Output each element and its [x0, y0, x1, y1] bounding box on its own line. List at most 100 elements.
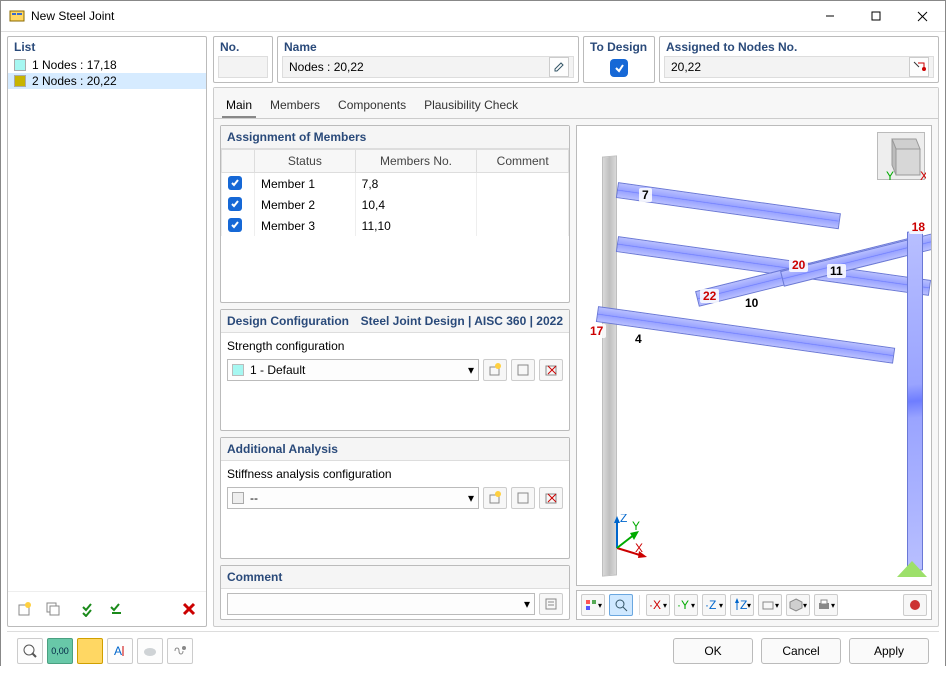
list-item-label: 1 Nodes : 17,18 — [32, 58, 117, 72]
check-all-button[interactable] — [76, 596, 102, 622]
axis-z-button[interactable]: ·Z▾ — [702, 594, 726, 616]
list-item-1[interactable]: 1 Nodes : 17,18 — [8, 57, 206, 73]
node-label: 20 — [789, 258, 808, 272]
minimize-button[interactable] — [807, 1, 853, 31]
stiffness-label: Stiffness analysis configuration — [221, 461, 569, 483]
render-menu-button[interactable]: ▾ — [786, 594, 810, 616]
copy-item-button[interactable] — [40, 596, 66, 622]
svg-text:Z: Z — [620, 514, 627, 525]
ok-button[interactable]: OK — [673, 638, 753, 664]
flip-z-button[interactable]: Z▾ — [730, 594, 754, 616]
table-row[interactable]: Member 1 7,8 — [222, 173, 569, 195]
pick-nodes-button[interactable] — [909, 57, 929, 77]
font-button[interactable]: A — [107, 638, 133, 664]
assign-header: Assignment of Members — [227, 130, 366, 144]
beam-label: 10 — [742, 296, 761, 310]
comment-header: Comment — [227, 570, 282, 584]
to-design-label: To Design — [584, 37, 654, 56]
tab-main[interactable]: Main — [222, 94, 256, 118]
delete-item-button[interactable] — [176, 596, 202, 622]
tabs: Main Members Components Plausibility Che… — [214, 88, 938, 119]
col-members: Members No. — [355, 150, 477, 173]
model-viewport[interactable]: 7 18 20 11 22 10 17 4 — [576, 125, 932, 586]
script-button[interactable] — [167, 638, 193, 664]
design-spec: Steel Joint Design | AISC 360 | 2022 — [361, 314, 563, 328]
tab-components[interactable]: Components — [334, 94, 410, 118]
chevron-down-icon: ▾ — [468, 491, 474, 505]
window-title: New Steel Joint — [31, 9, 807, 23]
maximize-button[interactable] — [853, 1, 899, 31]
titlebar: New Steel Joint — [1, 1, 945, 32]
tab-members[interactable]: Members — [266, 94, 324, 118]
edit-name-button[interactable] — [549, 57, 569, 77]
color-swatch — [14, 59, 26, 71]
print-menu-button[interactable]: ▾ — [814, 594, 838, 616]
units-button[interactable]: 0,00 — [47, 638, 73, 664]
new-item-button[interactable] — [12, 596, 38, 622]
color-button[interactable] — [77, 638, 103, 664]
list-item-2[interactable]: 2 Nodes : 20,22 — [8, 73, 206, 89]
row-checkbox[interactable] — [228, 197, 242, 211]
members-table: Status Members No. Comment Member 1 7,8 — [221, 149, 569, 236]
delete-stiffness-button[interactable] — [539, 487, 563, 509]
svg-text:Y: Y — [632, 519, 640, 533]
chevron-down-icon: ▾ — [524, 597, 530, 611]
help-button[interactable] — [17, 638, 43, 664]
combo-color-swatch — [232, 492, 244, 504]
tab-plausibility[interactable]: Plausibility Check — [420, 94, 522, 118]
axis-y-button[interactable]: ·Y▾ — [674, 594, 698, 616]
app-icon — [9, 8, 25, 24]
node-label: 17 — [587, 324, 606, 338]
edit-stiffness-button[interactable] — [511, 487, 535, 509]
list-item-label: 2 Nodes : 20,22 — [32, 74, 117, 88]
cloud-button[interactable] — [137, 638, 163, 664]
svg-text:Z: Z — [740, 598, 747, 612]
view-mode-button[interactable]: ▾ — [581, 594, 605, 616]
svg-text:A: A — [114, 644, 122, 658]
row-checkbox[interactable] — [228, 218, 242, 232]
view-toolbar: ▾ ·X▾ ·Y▾ ·Z▾ Z▾ ▾ ▾ ▾ — [576, 590, 932, 620]
list-header: List — [8, 37, 206, 57]
beam-label: 7 — [639, 188, 652, 202]
design-header: Design Configuration — [227, 314, 349, 328]
comment-combo[interactable]: ▾ — [227, 593, 535, 615]
name-label: Name — [278, 37, 578, 56]
record-button[interactable] — [903, 594, 927, 616]
display-menu-button[interactable]: ▾ — [758, 594, 782, 616]
no-field[interactable] — [218, 56, 268, 78]
name-field[interactable] — [282, 56, 574, 78]
svg-text:X: X — [920, 169, 926, 181]
strength-label: Strength configuration — [221, 333, 569, 355]
edit-config-button[interactable] — [511, 359, 535, 381]
new-stiffness-button[interactable] — [483, 487, 507, 509]
view-cube[interactable]: Y X — [877, 132, 925, 180]
to-design-checkbox[interactable] — [610, 59, 628, 77]
svg-text:X: X — [635, 541, 643, 555]
delete-config-button[interactable] — [539, 359, 563, 381]
axis-x-button[interactable]: ·X▾ — [646, 594, 670, 616]
stiffness-combo[interactable]: -- ▾ — [227, 487, 479, 509]
zoom-extents-button[interactable] — [609, 594, 633, 616]
table-row[interactable]: Member 3 11,10 — [222, 215, 569, 236]
analysis-header: Additional Analysis — [227, 442, 338, 456]
axis-gizmo: Z X Y — [605, 514, 651, 563]
combo-color-swatch — [232, 364, 244, 376]
cancel-button[interactable]: Cancel — [761, 638, 841, 664]
table-row[interactable]: Member 2 10,4 — [222, 194, 569, 215]
col-status: Status — [255, 150, 356, 173]
svg-text:·Z: ·Z — [705, 598, 716, 612]
beam-label: 4 — [632, 332, 645, 346]
col-comment: Comment — [477, 150, 569, 173]
close-button[interactable] — [899, 1, 945, 31]
assigned-input[interactable] — [669, 59, 905, 75]
comment-more-button[interactable] — [539, 593, 563, 615]
beam-label: 11 — [827, 264, 846, 278]
name-input[interactable] — [287, 59, 549, 75]
row-checkbox[interactable] — [228, 176, 242, 190]
uncheck-all-button[interactable] — [104, 596, 130, 622]
apply-button[interactable]: Apply — [849, 638, 929, 664]
assigned-field[interactable] — [664, 56, 934, 78]
assigned-label: Assigned to Nodes No. — [660, 37, 938, 56]
new-config-button[interactable] — [483, 359, 507, 381]
strength-combo[interactable]: 1 - Default ▾ — [227, 359, 479, 381]
